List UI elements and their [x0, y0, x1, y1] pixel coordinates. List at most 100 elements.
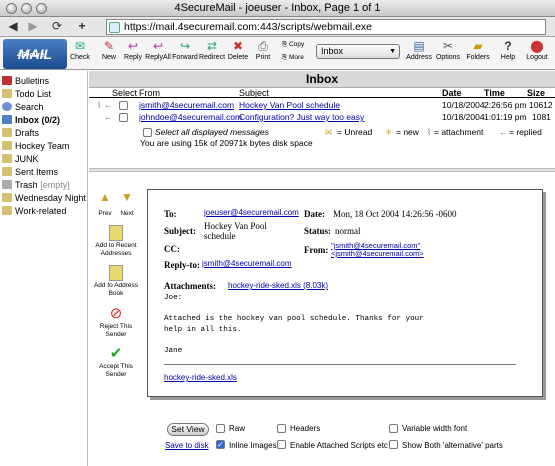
- row-from[interactable]: jsmith@4securemail.com: [139, 100, 234, 110]
- reply-all-button[interactable]: ↩ ReplyAll: [143, 39, 173, 61]
- add-bookmark-icon[interactable]: +: [75, 19, 89, 34]
- next-button[interactable]: ▼ Next: [119, 190, 135, 218]
- zoom-window-button[interactable]: [36, 3, 47, 14]
- options-button[interactable]: ✂ Options: [433, 39, 463, 61]
- window-titlebar: 4SecureMail - joeuser - Inbox, Page 1 of…: [0, 0, 555, 17]
- sidebar-item-inbox[interactable]: Inbox (0/2): [2, 115, 60, 125]
- sidebar-item-todo[interactable]: Todo List: [2, 89, 51, 99]
- attachment-file-link[interactable]: hockey-ride-sked.xls: [164, 373, 237, 382]
- address-button[interactable]: ▤ Address: [404, 39, 434, 61]
- close-window-button[interactable]: [6, 3, 17, 14]
- row-checkbox[interactable]: [119, 101, 128, 110]
- folder-icon: [2, 89, 12, 98]
- attachments-label: Attachments:: [164, 281, 216, 291]
- variable-width-label: Variable width font: [402, 424, 468, 433]
- variable-width-checkbox[interactable]: [389, 424, 398, 433]
- enable-scripts-checkbox[interactable]: [277, 440, 286, 449]
- add-recent-button[interactable]: Add to Recent Addresses: [89, 225, 143, 258]
- table-row[interactable]: ← johndoe@4securemail.com Configuration?…: [89, 112, 555, 123]
- pane-divider[interactable]: [89, 168, 555, 172]
- url-text: https://mail.4securemail.com:443/scripts…: [124, 21, 373, 33]
- forward-icon[interactable]: ▶: [26, 19, 40, 34]
- headers-label: Headers: [290, 424, 321, 433]
- reply-to-address[interactable]: jsmith@4securemail.com: [202, 259, 291, 268]
- forward-button[interactable]: ↪ Forward: [170, 39, 200, 61]
- trash-icon: [2, 180, 12, 189]
- reload-icon[interactable]: ⟳: [50, 19, 64, 34]
- accept-sender-button[interactable]: ✔ Accept This Sender: [93, 346, 139, 379]
- row-subject[interactable]: Configuration? Just way too easy: [239, 112, 364, 122]
- sidebar-item-wednesday-night[interactable]: Wednesday Night: [2, 193, 86, 203]
- back-icon[interactable]: ◀: [6, 19, 20, 34]
- sidebar-item-work-related[interactable]: Work-related: [2, 206, 66, 216]
- reject-sender-button[interactable]: ⊘ Reject This Sender: [93, 306, 139, 339]
- arrow-down-icon: ▼: [121, 190, 133, 204]
- help-icon: ?: [504, 39, 512, 53]
- sidebar-item-trash[interactable]: Trash [empty]: [2, 180, 70, 190]
- sidebar-item-bulletins[interactable]: Bulletins: [2, 76, 49, 86]
- message-date: Mon, 18 Oct 2004 14:26:56 -0600: [333, 209, 457, 219]
- row-checkbox[interactable]: [119, 113, 128, 122]
- status-label: Status:: [304, 226, 332, 236]
- legend-unread: = Unread: [337, 127, 373, 137]
- row-subject[interactable]: Hockey Van Pool schedule: [239, 100, 340, 110]
- folder-icon: [2, 193, 12, 202]
- show-both-checkbox[interactable]: [389, 440, 398, 449]
- row-date: 10/18/2004: [442, 112, 485, 122]
- attachment-link[interactable]: hockey-ride-sked.xls (8.03k): [228, 281, 328, 290]
- folder-icon: [2, 128, 12, 137]
- help-button[interactable]: ? Help: [493, 39, 523, 61]
- attachment-icon: ⌇: [97, 100, 102, 110]
- site-icon: [109, 22, 120, 33]
- sidebar-item-junk[interactable]: JUNK: [2, 154, 39, 164]
- save-to-disk-link[interactable]: Save to disk: [165, 441, 209, 450]
- print-button[interactable]: ⎙ Print: [248, 39, 278, 61]
- inline-images-checkbox[interactable]: ✓: [216, 440, 225, 449]
- header-divider: [89, 97, 555, 98]
- message-view: To: joeuser@4securemail.com Date: Mon, 1…: [147, 189, 543, 397]
- select-all-label: Select all displayed messages: [155, 127, 269, 137]
- row-from[interactable]: johndoe@4securemail.com: [139, 112, 242, 122]
- traffic-light-icon: ⬤: [530, 39, 544, 53]
- table-row[interactable]: ⌇ ← jsmith@4securemail.com Hockey Van Po…: [89, 100, 555, 111]
- folder-icon: [2, 206, 12, 215]
- from-address[interactable]: <jsmith@4securemail.com>: [331, 249, 424, 258]
- reply-icon: ↩: [127, 39, 139, 53]
- address-bar: ◀ ▶ ⟳ + https://mail.4securemail.com:443…: [0, 17, 555, 37]
- sidebar-item-drafts[interactable]: Drafts: [2, 128, 39, 138]
- select-all-checkbox[interactable]: [143, 128, 152, 137]
- add-address-book-button[interactable]: Add to Address Book: [89, 265, 143, 298]
- forward-mail-icon: ↪: [179, 39, 191, 53]
- subject-label: Subject:: [164, 226, 196, 236]
- set-view-button[interactable]: Set View: [167, 423, 209, 436]
- no-entry-icon: ⊘: [109, 305, 123, 322]
- sidebar-item-search[interactable]: Search: [2, 102, 44, 112]
- sidebar-item-sent[interactable]: Sent Items: [2, 167, 58, 177]
- new-star-icon: ✳: [385, 127, 393, 137]
- row-size: 10612: [529, 100, 553, 110]
- 4securemail-logo: 4Secure MAIL: [3, 39, 67, 69]
- more-button[interactable]: ⎘ More: [282, 54, 304, 62]
- raw-checkbox[interactable]: [216, 424, 225, 433]
- move-icon: ⎘: [282, 54, 288, 61]
- subject-line-1: Hockey Van Pool: [204, 221, 267, 231]
- minimize-window-button[interactable]: [21, 3, 32, 14]
- sidebar-item-hockey-team[interactable]: Hockey Team: [2, 141, 69, 151]
- to-address[interactable]: joeuser@4securemail.com: [204, 208, 299, 217]
- copy-button[interactable]: ⎘ Copy: [282, 41, 304, 49]
- copy-icon: ⎘: [282, 41, 288, 48]
- headers-checkbox[interactable]: [277, 424, 286, 433]
- legend-replied: = replied: [509, 127, 542, 137]
- address-card-icon: [109, 265, 123, 281]
- reply-all-icon: ↩: [152, 39, 164, 53]
- options-icon: ✂: [442, 39, 454, 53]
- url-input[interactable]: https://mail.4securemail.com:443/scripts…: [106, 19, 546, 35]
- folder-select[interactable]: Inbox ▼: [316, 44, 400, 59]
- replied-icon: ←: [104, 112, 113, 122]
- logout-button[interactable]: ⬤ Logout: [522, 39, 552, 61]
- folders-button[interactable]: ▰ Folders: [463, 39, 493, 61]
- print-icon: ⎙: [258, 39, 268, 53]
- prev-button[interactable]: ▲ Prev: [97, 191, 113, 218]
- check-button[interactable]: ✉ Check: [65, 39, 95, 61]
- row-date: 10/18/2004: [442, 100, 485, 110]
